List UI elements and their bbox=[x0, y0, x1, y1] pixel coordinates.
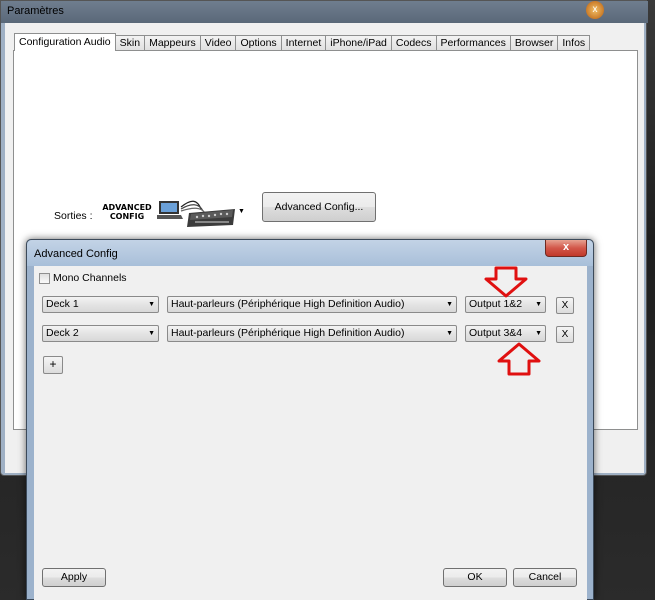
close-icon: x bbox=[562, 241, 570, 253]
apply-button[interactable]: Apply bbox=[42, 568, 106, 587]
tab-mappeurs[interactable]: Mappeurs bbox=[144, 35, 201, 51]
advanced-config-dialog: Advanced Config x Mono Channels Deck 1 ▼… bbox=[26, 239, 594, 600]
chevron-down-icon: ▼ bbox=[148, 301, 155, 308]
settings-window-title: Paramètres bbox=[7, 5, 64, 17]
dialog-body: Mono Channels Deck 1 ▼ Haut-parleurs (Pé… bbox=[34, 266, 587, 600]
mono-channels-row: Mono Channels bbox=[39, 272, 127, 284]
mono-channels-label: Mono Channels bbox=[53, 272, 127, 284]
tab-internet[interactable]: Internet bbox=[280, 35, 327, 51]
deck-2-device-value: Haut-parleurs (Périphérique High Definit… bbox=[171, 327, 405, 339]
dialog-close-button[interactable]: x bbox=[545, 240, 587, 257]
deck-2-remove-button[interactable]: X bbox=[556, 326, 574, 343]
chevron-down-icon: ▼ bbox=[148, 330, 155, 337]
advanced-config-button[interactable]: Advanced Config... bbox=[262, 192, 376, 222]
deck-2-select[interactable]: Deck 2 ▼ bbox=[42, 325, 159, 342]
deck-2-value: Deck 2 bbox=[46, 327, 79, 339]
tab-codecs[interactable]: Codecs bbox=[390, 35, 437, 51]
chevron-down-icon: ▼ bbox=[535, 301, 542, 308]
tab-video[interactable]: Video bbox=[199, 35, 237, 51]
chevron-down-icon: ▼ bbox=[446, 301, 453, 308]
deck-1-device-select[interactable]: Haut-parleurs (Périphérique High Definit… bbox=[167, 296, 457, 313]
deck-1-remove-button[interactable]: X bbox=[556, 297, 574, 314]
deck-1-select[interactable]: Deck 1 ▼ bbox=[42, 296, 159, 313]
tab-browser[interactable]: Browser bbox=[509, 35, 559, 51]
output-mode-select[interactable]: ADVANCED CONFIG ▼ bbox=[97, 191, 249, 233]
arrow-down-annotation-icon bbox=[484, 266, 528, 298]
dialog-title: Advanced Config bbox=[34, 248, 118, 260]
cancel-button[interactable]: Cancel bbox=[513, 568, 577, 587]
chevron-down-icon: ▼ bbox=[446, 330, 453, 337]
deck-1-value: Deck 1 bbox=[46, 298, 79, 310]
chevron-down-icon: ▼ bbox=[238, 208, 245, 215]
settings-close-button[interactable]: x bbox=[586, 1, 604, 19]
dialog-titlebar: Advanced Config x bbox=[27, 240, 593, 266]
tab-iphone-ipad[interactable]: iPhone/iPad bbox=[325, 35, 392, 51]
chevron-down-icon: ▼ bbox=[535, 330, 542, 337]
tab-skin[interactable]: Skin bbox=[114, 35, 146, 51]
deck-2-output-select[interactable]: Output 3&4 ▼ bbox=[465, 325, 546, 342]
deck-2-output-value: Output 3&4 bbox=[469, 327, 523, 339]
tab-configuration-audio[interactable]: Configuration Audio bbox=[14, 33, 116, 51]
sorties-label: Sorties : bbox=[54, 210, 93, 222]
tab-options[interactable]: Options bbox=[235, 35, 282, 51]
tab-performances[interactable]: Performances bbox=[435, 35, 511, 51]
settings-titlebar: Paramètres x bbox=[1, 1, 648, 23]
add-deck-button[interactable]: + bbox=[43, 356, 63, 374]
deck-1-output-select[interactable]: Output 1&2 ▼ bbox=[465, 296, 546, 313]
deck-2-device-select[interactable]: Haut-parleurs (Périphérique High Definit… bbox=[167, 325, 457, 342]
deck-1-device-value: Haut-parleurs (Périphérique High Definit… bbox=[171, 298, 405, 310]
settings-tabs: Configuration Audio Skin Mappeurs Video … bbox=[14, 33, 591, 51]
close-icon: x bbox=[592, 4, 598, 15]
arrow-up-annotation-icon bbox=[497, 342, 541, 376]
tab-infos[interactable]: Infos bbox=[557, 35, 591, 51]
laptop-mixer-icon bbox=[157, 200, 235, 227]
mono-channels-checkbox[interactable] bbox=[39, 272, 50, 284]
ok-button[interactable]: OK bbox=[443, 568, 507, 587]
advanced-config-logo-text: ADVANCED CONFIG bbox=[102, 203, 152, 221]
deck-1-output-value: Output 1&2 bbox=[469, 298, 523, 310]
